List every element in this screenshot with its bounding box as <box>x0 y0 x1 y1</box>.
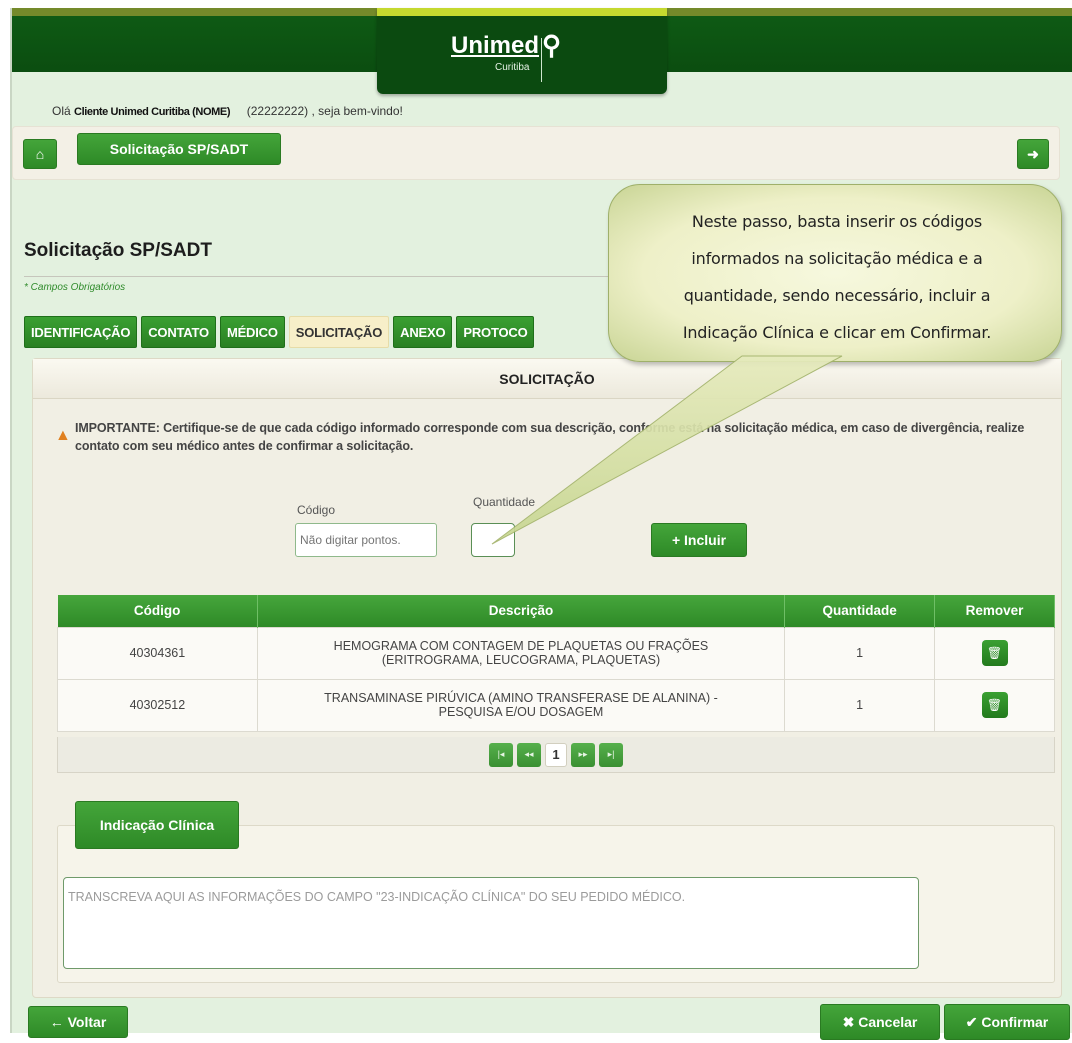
exit-button[interactable]: ➜ <box>1017 139 1049 169</box>
welcome-message: Olá Cliente Unimed Curitiba (NOME) (2222… <box>52 104 403 118</box>
callout-line-3: quantidade, sendo necessário, incluir a <box>683 286 991 305</box>
warning-icon: ▲ <box>55 427 71 444</box>
section-button[interactable]: Solicitação SP/SADT <box>77 133 281 165</box>
row-description-line2: PESQUISA E/OU DOSAGEM <box>438 705 604 719</box>
app-frame: Unimed ⚲ Curitiba Olá Cliente Unimed Cur… <box>10 8 1072 1040</box>
pagination: |◂ ◂◂ 1 ▸▸ ▸| <box>57 737 1055 773</box>
panel-heading: SOLICITAÇÃO <box>33 359 1061 399</box>
home-button[interactable]: ⌂ <box>23 139 57 169</box>
logo-symbol-icon: ⚲ <box>542 30 562 60</box>
form-tabs: IDENTIFICAÇÃO CONTATO MÉDICO SOLICITAÇÃO… <box>24 316 535 348</box>
col-remover: Remover <box>934 595 1055 627</box>
exit-icon: ➜ <box>1027 145 1039 162</box>
callout-line-4: Indicação Clínica e clicar em Confirmar. <box>682 323 992 342</box>
row-description-line1: HEMOGRAMA COM CONTAGEM DE PLAQUETAS OU F… <box>333 639 709 653</box>
confirm-button[interactable]: ✔ Confirmar <box>944 1004 1070 1040</box>
logo-divider <box>541 38 542 82</box>
user-name: Cliente Unimed Curitiba (NOME) <box>74 106 231 118</box>
clinical-indication-textarea[interactable]: TRANSCREVA AQUI AS INFORMAÇÕES DO CAMPO … <box>63 877 919 969</box>
col-descricao: Descrição <box>257 595 786 627</box>
greeting-prefix: Olá <box>52 104 71 118</box>
warning-text: IMPORTANTE: Certifique-se de que cada có… <box>75 421 1025 453</box>
row-quantity: 1 <box>784 626 936 680</box>
callout-line-1: Neste passo, basta inserir os códigos <box>691 212 983 231</box>
table-row: 40302512 TRANSAMINASE PIRÚVICA (AMINO TR… <box>57 678 1055 732</box>
nav-bar: ⌂ Solicitação SP/SADT ➜ <box>12 126 1060 180</box>
add-button[interactable]: + Incluir <box>651 523 747 557</box>
home-icon: ⌂ <box>35 146 45 162</box>
table-row: 40304361 HEMOGRAMA COM CONTAGEM DE PLAQU… <box>57 626 1055 680</box>
row-remove-cell: 🗑 <box>934 626 1055 680</box>
last-page-icon[interactable]: ▸| <box>599 742 623 767</box>
prev-page-icon[interactable]: ◂◂ <box>517 742 541 767</box>
back-label: Voltar <box>67 1014 107 1030</box>
row-code: 40302512 <box>57 678 258 732</box>
col-codigo: Código <box>57 595 258 627</box>
cancel-label: Cancelar <box>858 1014 918 1030</box>
greeting-suffix: (22222222) , seja bem-vindo! <box>246 104 403 118</box>
procedures-table: Código Descrição Quantidade Remover 4030… <box>57 595 1055 732</box>
current-page[interactable]: 1 <box>545 742 567 767</box>
back-arrow-icon: ← <box>49 1014 68 1030</box>
row-description-line1: TRANSAMINASE PIRÚVICA (AMINO TRANSFERASE… <box>324 691 718 705</box>
back-button[interactable]: ← Voltar <box>28 1006 128 1038</box>
tab-protocolo[interactable]: PROTOCO <box>456 316 535 348</box>
top-bar: Unimed ⚲ Curitiba <box>12 8 1072 94</box>
quantity-input[interactable] <box>471 523 515 557</box>
help-callout: Neste passo, basta inserir os códigos in… <box>608 184 1062 362</box>
next-page-icon[interactable]: ▸▸ <box>571 742 595 767</box>
plus-icon: + <box>671 532 685 548</box>
tab-contato[interactable]: CONTATO <box>141 316 216 348</box>
add-button-label: Incluir <box>684 532 727 548</box>
page-title: Solicitação SP/SADT <box>24 240 212 261</box>
code-input[interactable] <box>295 523 437 557</box>
tab-identificacao[interactable]: IDENTIFICAÇÃO <box>24 316 138 348</box>
logo-text: Unimed <box>451 32 540 59</box>
check-icon: ✔ <box>965 1013 982 1030</box>
row-quantity: 1 <box>784 678 936 732</box>
row-description: TRANSAMINASE PIRÚVICA (AMINO TRANSFERASE… <box>256 678 786 732</box>
col-quantidade: Quantidade <box>784 595 936 627</box>
table-header-row: Código Descrição Quantidade Remover <box>57 595 1055 627</box>
code-label: Código <box>297 503 336 517</box>
tab-anexo[interactable]: ANEXO <box>393 316 453 348</box>
solicitacao-panel: SOLICITAÇÃO ▲ IMPORTANTE: Certifique-se … <box>32 358 1062 998</box>
clinical-indication-tab[interactable]: Indicação Clínica <box>75 801 239 849</box>
cancel-button[interactable]: ✖ Cancelar <box>820 1004 940 1040</box>
callout-line-2: informados na solicitação médica e a <box>691 249 983 268</box>
trash-icon[interactable]: 🗑 <box>981 692 1008 718</box>
row-code: 40304361 <box>57 626 258 680</box>
first-page-icon[interactable]: |◂ <box>489 742 513 767</box>
required-fields-note: * Campos Obrigatórios <box>24 282 126 293</box>
important-warning: ▲ IMPORTANTE: Certifique-se de que cada … <box>55 419 1035 455</box>
tab-solicitacao[interactable]: SOLICITAÇÃO <box>288 316 390 348</box>
tab-medico[interactable]: MÉDICO <box>219 316 285 348</box>
quantity-label: Quantidade <box>473 495 536 509</box>
confirm-label: Confirmar <box>981 1014 1049 1030</box>
row-description-line2: (ERITROGRAMA, LEUCOGRAMA, PLAQUETAS) <box>381 653 661 667</box>
row-description: HEMOGRAMA COM CONTAGEM DE PLAQUETAS OU F… <box>256 626 786 680</box>
callout-text: Neste passo, basta inserir os códigos in… <box>637 203 1037 351</box>
row-remove-cell: 🗑 <box>934 678 1055 732</box>
logo-city: Curitiba <box>495 62 530 73</box>
close-icon: ✖ <box>842 1013 859 1030</box>
unimed-logo[interactable]: Unimed ⚲ Curitiba <box>377 8 667 94</box>
trash-icon[interactable]: 🗑 <box>981 640 1008 666</box>
